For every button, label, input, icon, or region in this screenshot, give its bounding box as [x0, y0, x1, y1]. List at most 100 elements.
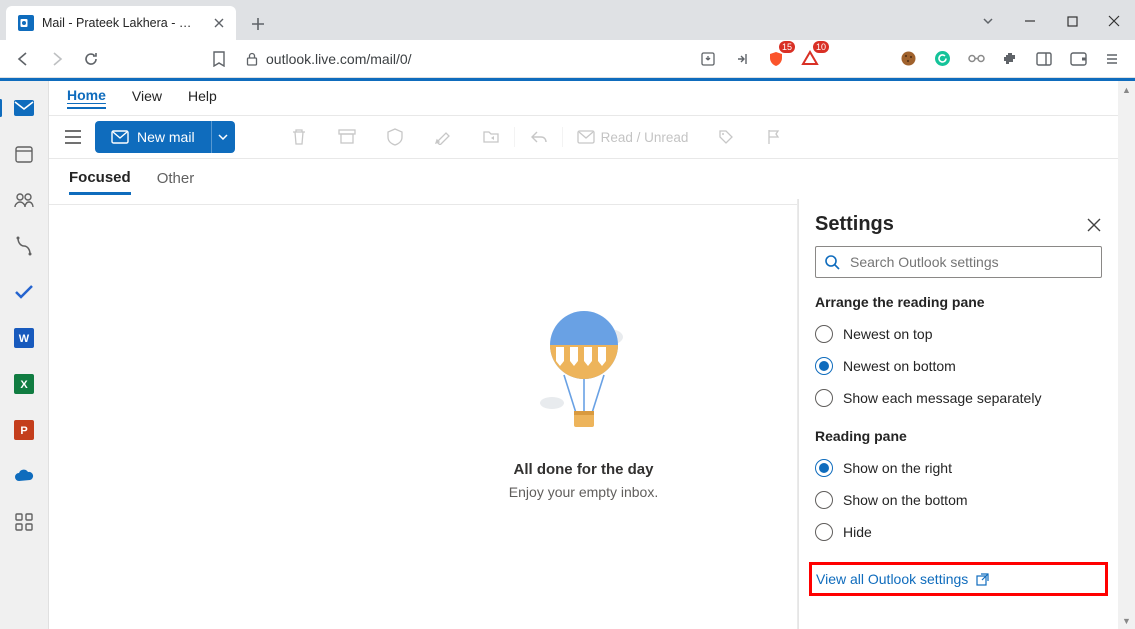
radio-label: Hide — [843, 524, 872, 540]
radio-newest-bottom[interactable]: Newest on bottom — [815, 350, 1102, 382]
radio-icon — [815, 389, 833, 407]
rail-todo-icon[interactable] — [13, 281, 35, 303]
browser-tabstrip: Mail - Prateek Lakhera - Outlook — [0, 0, 1135, 40]
rail-mail-icon[interactable] — [13, 97, 35, 119]
radio-label: Show on the right — [843, 460, 952, 476]
sidepanel-icon[interactable] — [1029, 44, 1059, 74]
outlook-favicon-icon — [18, 15, 34, 31]
window-close-button[interactable] — [1093, 2, 1135, 40]
radio-show-bottom[interactable]: Show on the bottom — [815, 484, 1102, 516]
menubar-home[interactable]: Home — [67, 87, 106, 109]
view-all-settings-highlight: View all Outlook settings — [809, 562, 1108, 596]
read-unread-button[interactable]: Read / Unread — [567, 121, 699, 153]
window-maximize-button[interactable] — [1051, 2, 1093, 40]
radio-icon — [815, 357, 833, 375]
scroll-up-icon[interactable]: ▲ — [1122, 81, 1131, 98]
app-rail: W X P — [0, 81, 48, 629]
radio-icon — [815, 459, 833, 477]
radio-icon — [815, 325, 833, 343]
settings-close-button[interactable] — [1082, 213, 1106, 237]
nav-forward-button — [42, 44, 72, 74]
adblock-icon[interactable]: 10 — [795, 44, 825, 74]
new-mail-button[interactable]: New mail — [95, 121, 235, 153]
view-all-label: View all Outlook settings — [816, 571, 968, 587]
tab-close-icon[interactable] — [214, 18, 224, 28]
radio-label: Newest on bottom — [843, 358, 956, 374]
menubar-view[interactable]: View — [132, 88, 162, 108]
balloon-illustration-icon — [524, 305, 644, 445]
rail-word-icon[interactable]: W — [13, 327, 35, 349]
radio-label: Newest on top — [843, 326, 933, 342]
rail-people-icon[interactable] — [13, 189, 35, 211]
toolbar: New mail Read / Unread — [49, 115, 1118, 159]
rail-apps-icon[interactable] — [13, 511, 35, 533]
delete-icon[interactable] — [279, 121, 319, 153]
archive-icon[interactable] — [327, 121, 367, 153]
new-mail-label: New mail — [137, 129, 195, 145]
svg-text:X: X — [20, 379, 28, 391]
nav-reload-button[interactable] — [76, 44, 106, 74]
radio-icon — [815, 523, 833, 541]
adblock-badge: 10 — [813, 41, 829, 53]
empty-state-subtitle: Enjoy your empty inbox. — [509, 484, 658, 500]
flag-icon[interactable] — [754, 121, 794, 153]
rail-powerpoint-icon[interactable]: P — [13, 419, 35, 441]
brave-shield-icon[interactable]: 15 — [761, 44, 791, 74]
svg-text:W: W — [19, 333, 30, 345]
chevron-down-icon[interactable] — [967, 2, 1009, 40]
radio-label: Show on the bottom — [843, 492, 968, 508]
rail-onedrive-icon[interactable] — [13, 465, 35, 487]
reply-icon[interactable] — [519, 121, 559, 153]
bookmark-icon[interactable] — [204, 44, 234, 74]
scroll-down-icon[interactable]: ▼ — [1122, 612, 1131, 629]
view-all-settings-link[interactable]: View all Outlook settings — [816, 571, 1101, 587]
rail-excel-icon[interactable]: X — [13, 373, 35, 395]
extensions-icon[interactable] — [995, 44, 1025, 74]
url-display[interactable]: outlook.live.com/mail/0/ — [238, 51, 689, 67]
sweep-icon[interactable] — [423, 121, 463, 153]
share-icon[interactable] — [727, 44, 757, 74]
new-mail-dropdown[interactable] — [211, 121, 235, 153]
radio-icon — [815, 491, 833, 509]
grammarly-ext-icon[interactable] — [927, 44, 957, 74]
wallet-icon[interactable] — [1063, 44, 1093, 74]
radio-newest-top[interactable]: Newest on top — [815, 318, 1102, 350]
cookie-ext-icon[interactable] — [893, 44, 923, 74]
settings-search-input[interactable] — [848, 253, 1093, 271]
rail-calendar-icon[interactable] — [13, 143, 35, 165]
radio-show-right[interactable]: Show on the right — [815, 452, 1102, 484]
lock-icon — [246, 52, 258, 66]
search-icon — [824, 254, 840, 270]
menubar: Home View Help — [49, 81, 1118, 115]
radio-label: Show each message separately — [843, 390, 1041, 406]
reading-section-title: Reading pane — [815, 428, 1102, 444]
tag-icon[interactable] — [706, 121, 746, 153]
read-unread-label: Read / Unread — [601, 130, 689, 145]
settings-title: Settings — [815, 213, 1102, 236]
browser-tab-active[interactable]: Mail - Prateek Lakhera - Outlook — [6, 6, 236, 40]
settings-search[interactable] — [815, 246, 1102, 278]
menubar-help[interactable]: Help — [188, 88, 217, 108]
open-icon — [976, 573, 989, 586]
install-app-icon[interactable] — [693, 44, 723, 74]
nav-hamburger-icon[interactable] — [59, 123, 87, 151]
window-minimize-button[interactable] — [1009, 2, 1051, 40]
shield-badge: 15 — [779, 41, 795, 53]
tab-title: Mail - Prateek Lakhera - Outlook — [42, 16, 200, 30]
radio-hide[interactable]: Hide — [815, 516, 1102, 548]
browser-menu-icon[interactable] — [1097, 44, 1127, 74]
new-tab-button[interactable] — [242, 8, 274, 40]
moveto-icon[interactable] — [471, 121, 511, 153]
tab-focused[interactable]: Focused — [69, 169, 131, 195]
nav-back-button[interactable] — [8, 44, 38, 74]
browser-address-bar: outlook.live.com/mail/0/ 15 10 — [0, 40, 1135, 78]
report-icon[interactable] — [375, 121, 415, 153]
arrange-section-title: Arrange the reading pane — [815, 294, 1102, 310]
tab-other[interactable]: Other — [157, 170, 195, 193]
rail-files-icon[interactable] — [13, 235, 35, 257]
link-ext-icon[interactable] — [961, 44, 991, 74]
page-scrollbar[interactable]: ▲ ▼ — [1118, 81, 1135, 629]
mail-compose-icon — [111, 130, 129, 144]
radio-separate[interactable]: Show each message separately — [815, 382, 1102, 414]
url-text: outlook.live.com/mail/0/ — [266, 51, 412, 67]
